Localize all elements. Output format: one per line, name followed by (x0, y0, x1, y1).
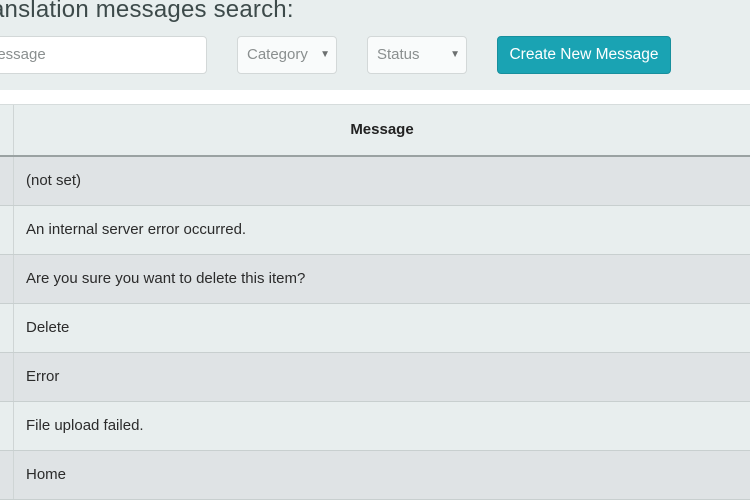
table-row[interactable]: Home (0, 451, 750, 500)
table-row[interactable]: Are you sure you want to delete this ite… (0, 255, 750, 304)
category-select-label: Category (247, 46, 308, 63)
message-cell: File upload failed. (26, 417, 144, 434)
message-cell: (not set) (26, 172, 82, 189)
table-row[interactable]: File upload failed. (0, 402, 750, 451)
message-cell: An internal server error occurred. (26, 221, 247, 238)
message-input-placeholder: lessage (0, 46, 46, 63)
table-row[interactable]: An internal server error occurred. (0, 206, 750, 255)
category-select[interactable]: Category ▼ (237, 36, 337, 74)
chevron-down-icon: ▼ (320, 49, 330, 60)
status-select[interactable]: Status ▼ (367, 36, 467, 74)
table-header: Message (0, 104, 750, 157)
row-first-cell (0, 353, 14, 401)
message-cell: Delete (26, 319, 70, 336)
separator (0, 90, 750, 104)
table-row[interactable]: Error (0, 353, 750, 402)
page: anslation messages search: lessage Categ… (0, 0, 750, 500)
message-cell: Home (26, 466, 67, 483)
row-first-cell (0, 157, 14, 205)
table-row[interactable]: (not set) (0, 157, 750, 206)
table-row[interactable]: Delete (0, 304, 750, 353)
row-first-cell (0, 304, 14, 352)
create-new-message-button[interactable]: Create New Message (497, 36, 671, 74)
message-cell: Error (26, 368, 60, 385)
messages-table: Message (not set) An internal server err… (0, 104, 750, 500)
row-first-cell (0, 402, 14, 450)
row-first-cell (0, 206, 14, 254)
message-cell: Are you sure you want to delete this ite… (26, 270, 306, 287)
row-first-cell (0, 255, 14, 303)
message-search-input[interactable]: lessage (0, 36, 207, 74)
table-header-first-column (0, 105, 14, 155)
column-header-message[interactable]: Message (14, 105, 750, 155)
search-bar: lessage Category ▼ Status ▼ Create New M… (0, 36, 750, 74)
status-select-label: Status (377, 46, 420, 63)
page-title: anslation messages search: (0, 0, 294, 23)
row-first-cell (0, 451, 14, 499)
chevron-down-icon: ▼ (450, 49, 460, 60)
